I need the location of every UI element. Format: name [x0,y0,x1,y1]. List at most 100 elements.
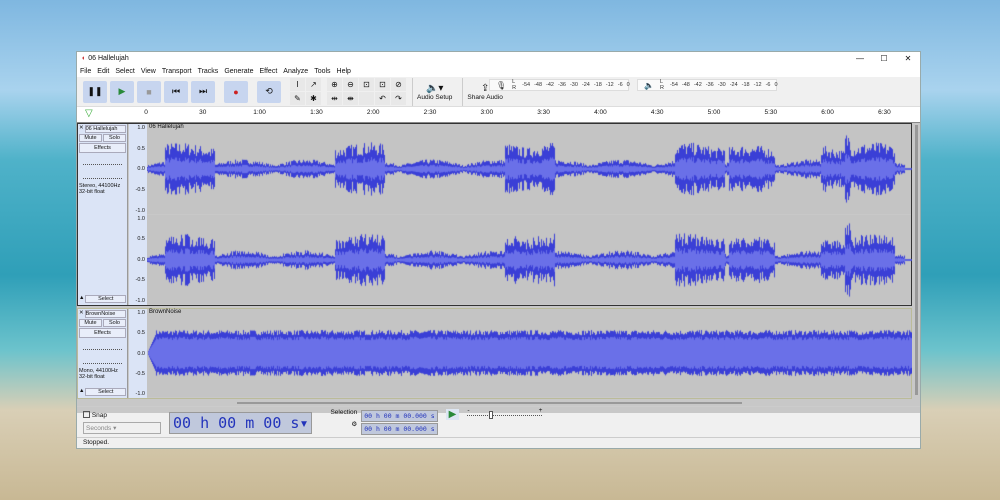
skip-end-button[interactable]: ⏭ [191,80,215,103]
collapse-icon[interactable]: ▲ [79,388,84,396]
solo-button[interactable]: Solo [103,319,126,327]
tool-2-icon[interactable]: ✎ [290,92,305,105]
track-brownnoise[interactable]: ✕ BrownNoise Mute Solo Effects Mono, 44100… [77,308,912,399]
close-button[interactable]: ✕ [896,54,920,63]
meter-tick: -18 [741,82,750,88]
zoom-tool-2-icon[interactable]: ⊡ [359,78,374,91]
minimize-button[interactable]: — [848,54,872,63]
menu-select[interactable]: Select [115,68,134,75]
time-value: 00 h 00 m 00 s [173,413,300,432]
zoom-tool-9-icon[interactable]: ↷ [391,92,406,105]
mute-button[interactable]: Mute [79,319,102,327]
track-title: 06 Hallelujah [149,124,184,130]
audio-setup-button[interactable]: 🔈▾ Audio Setup [412,77,456,106]
play-at-speed-button[interactable]: ▶ [445,409,460,420]
gain-slider[interactable] [83,340,122,350]
track-name-menu[interactable]: 06 Hallelujah [84,125,126,133]
mute-button[interactable]: Mute [79,134,102,142]
solo-button[interactable]: Solo [103,134,126,142]
menu-view[interactable]: View [141,68,156,75]
select-track-button[interactable]: Select [85,295,126,303]
app-icon: ◖ [81,55,86,62]
record-button[interactable]: ● [224,80,248,103]
select-track-button[interactable]: Select [85,388,126,396]
snap-checkbox[interactable]: Snap [83,411,107,419]
meter-tick: -24 [581,82,590,88]
meter-tick: -48 [534,82,543,88]
track-control-panel: ✕ BrownNoise Mute Solo Effects Mono, 44100… [78,309,128,398]
title-bar: ◖ 06 Hallelujah — ☐ ✕ [77,52,920,65]
zoom-tool-3-icon[interactable]: ⊡ [375,78,390,91]
snap-unit-select[interactable]: Seconds ▾ [83,421,161,434]
time-display[interactable]: 00 h 00 m 00 s▾ [169,411,313,434]
menu-file[interactable]: File [80,68,91,75]
zoom-tool-8-icon[interactable]: ↶ [375,92,390,105]
effects-button[interactable]: Effects [79,143,126,153]
zoom-tool-1-icon[interactable]: ⊖ [343,78,358,91]
zoom-tool-4-icon[interactable]: ⊘ [391,78,406,91]
menu-help[interactable]: Help [337,68,351,75]
speaker-icon: 🔈 [644,80,654,90]
selection-end[interactable]: 00 h 00 m 00.000 s [361,423,438,435]
track-hallelujah[interactable]: ✕ 06 Hallelujah Mute Solo Effects Stereo, … [77,123,912,306]
playback-meter[interactable]: 🔈 L R -54 -48 -42 -36 -30 -24 -18 -12 -6 0 [637,79,778,91]
meter-tick: -24 [729,82,738,88]
menu-transport[interactable]: Transport [162,68,192,75]
menu-generate[interactable]: Generate [224,68,253,75]
record-meter[interactable]: 🎙 L R -54 -48 -42 -36 -30 -24 -18 -12 -6 0 [489,79,630,91]
track-bit-depth: 32-bit float [79,189,105,195]
speaker-icon: 🔈▾ [425,82,444,94]
horizontal-scrollbar[interactable] [237,402,742,404]
menu-tools[interactable]: Tools [314,68,330,75]
tool-1-icon[interactable]: ↗ [306,78,321,91]
meter-tick: -12 [605,82,614,88]
ruler-tick: 4:30 [650,109,664,116]
timeline-ruler[interactable]: ▽ 0 30 1:00 1:30 2:00 2:30 3:00 3:30 4:00 4:30 5:0… [77,107,920,123]
share-audio-label: Share Audio [467,93,503,101]
tool-0-icon[interactable]: I [290,78,305,91]
track-title: BrownNoise [149,309,182,315]
waveform-channel[interactable] [147,214,912,305]
pan-slider[interactable] [83,354,122,364]
gear-icon[interactable]: ⚙ [330,420,357,428]
menu-analyze[interactable]: Analyze [283,68,308,75]
scale-label: -1.0 [135,391,145,397]
speed-slider[interactable]: - + [467,407,543,419]
close-track-button[interactable]: ✕ [79,125,84,133]
selection-label: Selection [330,409,358,416]
menu-edit[interactable]: Edit [97,68,109,75]
stop-button[interactable]: ■ [137,80,161,103]
loop-button[interactable]: ⟲ [257,80,281,103]
zoom-tool-5-icon[interactable]: ⇹ [327,92,342,105]
pause-button[interactable]: ❚❚ [83,80,107,103]
track-name-menu[interactable]: BrownNoise [84,310,126,318]
zoom-tool-6-icon[interactable]: ⇼ [343,92,358,105]
zoom-tool-0-icon[interactable]: ⊕ [327,78,342,91]
zoom-tool-7-icon[interactable] [359,92,374,105]
lr-label: L R [512,79,517,91]
play-head-icon[interactable]: ▽ [85,108,93,119]
close-track-button[interactable]: ✕ [79,310,84,318]
tool-3-icon[interactable]: ✱ [306,92,321,105]
scale-label: -1.0 [135,207,145,214]
ruler-tick: 6:00 [821,109,834,116]
selection-start[interactable]: 00 h 00 m 00.000 s [361,410,438,422]
meter-tick: -30 [717,82,726,88]
effects-button[interactable]: Effects [79,328,126,338]
skip-start-button[interactable]: ⏮ [164,80,188,103]
waveform-channel[interactable]: BrownNoise [147,309,912,397]
maximize-button[interactable]: ☐ [872,54,896,63]
vertical-scrollbar[interactable] [915,125,918,395]
scale-label: 0.0 [137,166,145,173]
speed-slider-thumb[interactable] [489,411,494,419]
lr-label: L R [659,79,664,91]
play-button[interactable]: ▶ [110,80,134,103]
gain-slider[interactable] [83,155,122,165]
menu-tracks[interactable]: Tracks [198,68,219,75]
pan-slider[interactable] [83,169,122,179]
collapse-icon[interactable]: ▲ [79,295,84,303]
waveform [147,124,912,214]
waveform-channel[interactable]: 06 Hallelujah [147,124,912,214]
menu-effect[interactable]: Effect [260,68,278,75]
meter-tick: 0 [626,82,630,88]
